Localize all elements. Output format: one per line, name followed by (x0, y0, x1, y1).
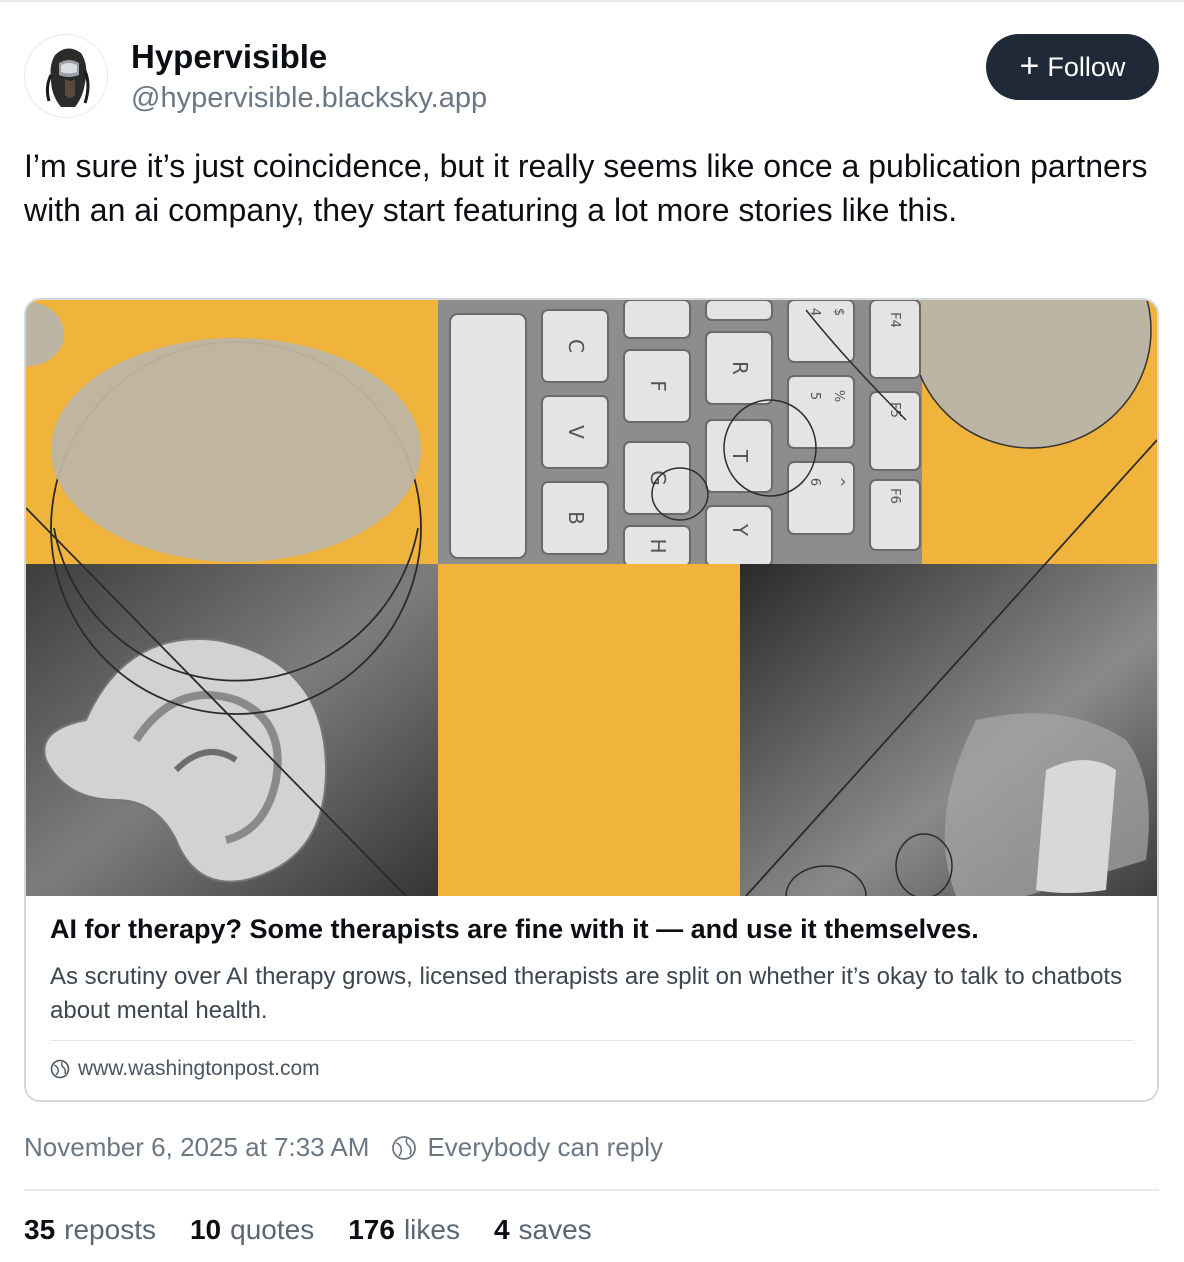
key-y: Y (728, 523, 752, 537)
saves-label: saves (518, 1214, 592, 1245)
key-r: R (728, 361, 752, 375)
key-f6: F6 (887, 488, 902, 504)
author-handle[interactable]: @hypervisible.blacksky.app (131, 82, 487, 115)
reply-setting-label: Everybody can reply (427, 1132, 663, 1162)
quotes-count: 10 (189, 1214, 222, 1245)
top-divider (0, 0, 1184, 2)
quotes-stat[interactable]: 10 quotes (190, 1214, 314, 1246)
reply-setting: Everybody can reply (391, 1132, 663, 1163)
avatar-image (25, 35, 107, 117)
likes-label: likes (403, 1214, 460, 1245)
plus-icon: + (1019, 47, 1040, 85)
reposts-label: reposts (64, 1214, 156, 1245)
link-card-title[interactable]: AI for therapy? Some therapists are fine… (50, 914, 1140, 945)
display-name[interactable]: Hypervisible (131, 38, 327, 76)
quotes-label: quotes (230, 1214, 315, 1245)
key-c: C (564, 339, 588, 353)
key-t: T (728, 449, 752, 463)
post-timestamp[interactable]: November 6, 2025 at 7:33 AM (24, 1132, 369, 1163)
link-card-image: C V B F G H R T Y $ 4 % 5 ^ 6 F4 F5 F6 (26, 300, 1157, 896)
likes-count: 176 (348, 1214, 395, 1245)
avatar[interactable] (24, 34, 108, 118)
key-percent: % (831, 390, 846, 402)
key-f: F (646, 380, 670, 392)
link-card[interactable]: C V B F G H R T Y $ 4 % 5 ^ 6 F4 F5 F6 A… (24, 298, 1159, 1102)
saves-count: 4 (493, 1214, 510, 1245)
link-card-divider (50, 1040, 1134, 1041)
post-meta: November 6, 2025 at 7:33 AM Everybody ca… (24, 1132, 663, 1163)
key-f4: F4 (887, 312, 902, 328)
link-card-domain-row: www.washingtonpost.com (50, 1057, 320, 1081)
key-f5: F5 (887, 402, 902, 418)
likes-stat[interactable]: 176 likes (348, 1214, 460, 1246)
follow-button[interactable]: + Follow (986, 34, 1159, 100)
key-6: 6 (807, 478, 822, 486)
reposts-stat[interactable]: 35 reposts (24, 1214, 156, 1246)
globe-icon (50, 1059, 70, 1079)
follow-button-label: Follow (1047, 51, 1126, 82)
key-dollar: $ (831, 308, 846, 316)
post-stats: 35 reposts 10 quotes 176 likes 4 saves (24, 1214, 592, 1246)
key-b: B (564, 511, 588, 525)
link-card-domain: www.washingtonpost.com (78, 1057, 320, 1080)
key-h: H (646, 538, 670, 553)
post: Hypervisible @hypervisible.blacksky.app … (0, 0, 1184, 1262)
saves-stat[interactable]: 4 saves (494, 1214, 592, 1246)
link-card-description: As scrutiny over AI therapy grows, licen… (50, 963, 1123, 1024)
reposts-count: 35 (24, 1214, 56, 1245)
stats-divider (24, 1189, 1159, 1191)
globe-icon (392, 1135, 417, 1160)
key-v: V (564, 425, 588, 439)
key-5: 5 (807, 392, 822, 400)
post-text: I’m sure it’s just coincidence, but it r… (24, 148, 1148, 228)
key-caret: ^ (831, 477, 846, 488)
